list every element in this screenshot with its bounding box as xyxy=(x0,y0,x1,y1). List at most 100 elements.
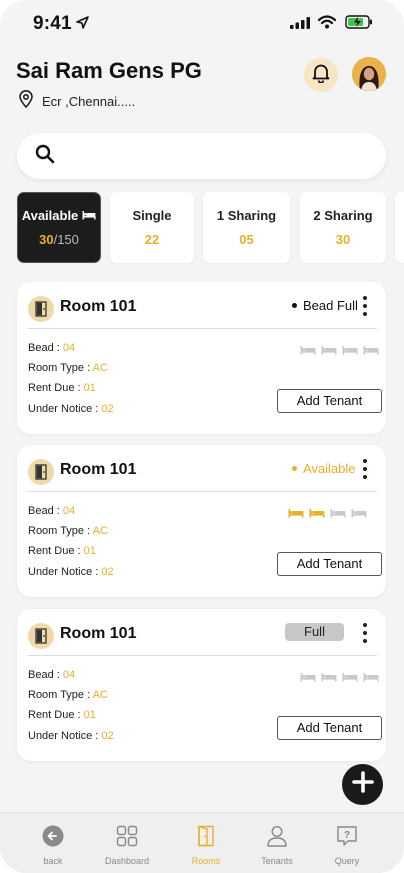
bed-icon xyxy=(321,342,337,360)
add-tenant-button[interactable]: Add Tenant xyxy=(277,552,382,576)
room-status: Bead Full xyxy=(292,298,358,313)
filter-count: 22 xyxy=(144,232,160,247)
bead-label: Bead : xyxy=(28,505,63,517)
bed-icon xyxy=(342,342,358,360)
bottom-nav: back Dashboard Rooms Tenants ? Query xyxy=(0,812,404,873)
room-type-value: AC xyxy=(92,362,108,374)
bed-indicators xyxy=(300,342,379,360)
rent-due-value: 01 xyxy=(83,709,96,721)
rent-due-label: Rent Due : xyxy=(28,709,84,721)
under-notice-info: Under Notice : 02 xyxy=(28,566,114,578)
location-text: Ecr ,Chennai..... xyxy=(42,94,136,109)
location-row[interactable]: Ecr ,Chennai..... xyxy=(18,90,135,113)
divider xyxy=(27,491,377,492)
person-icon xyxy=(266,825,288,852)
search-input[interactable] xyxy=(65,148,386,164)
nav-label: Query xyxy=(334,856,360,866)
filter-chip-available[interactable]: Available 30/150 xyxy=(17,192,101,263)
status-text: Full xyxy=(285,623,344,641)
bed-icon xyxy=(342,669,358,687)
bed-indicators xyxy=(288,505,367,523)
nav-item-query[interactable]: ? Query xyxy=(317,825,377,866)
bead-label: Bead : xyxy=(28,669,63,681)
filter-chip-2-sharing[interactable]: 2 Sharing 30 xyxy=(300,192,386,263)
more-options-icon[interactable] xyxy=(360,296,370,316)
under-notice-value: 02 xyxy=(101,566,114,578)
nav-label: back xyxy=(43,856,63,866)
bed-indicators xyxy=(300,669,379,687)
room-type-label: Room Type : xyxy=(28,525,93,537)
cellular-signal-icon xyxy=(290,16,310,34)
filter-label: 1 Sharing xyxy=(216,208,277,223)
bed-icon xyxy=(82,208,96,223)
under-notice-info: Under Notice : 02 xyxy=(28,403,114,415)
add-tenant-button[interactable]: Add Tenant xyxy=(277,389,382,413)
rent-due-info: Rent Due : 01 xyxy=(28,709,96,721)
more-options-icon[interactable] xyxy=(360,623,370,643)
status-time: 9:41 xyxy=(33,13,72,34)
back-arrow-icon xyxy=(42,825,64,852)
room-card[interactable]: Room 101 Full Bead : 04 Room Type : AC R… xyxy=(17,609,386,761)
under-notice-label: Under Notice : xyxy=(28,730,102,742)
status-dot xyxy=(292,466,297,471)
door-icon xyxy=(28,623,54,649)
map-pin-icon xyxy=(18,90,34,113)
nav-item-back[interactable]: back xyxy=(23,825,83,866)
divider xyxy=(27,655,377,656)
rent-due-info: Rent Due : 01 xyxy=(28,382,96,394)
filter-label: Available xyxy=(21,208,79,223)
notification-button[interactable] xyxy=(304,58,338,92)
bead-value: 04 xyxy=(62,669,76,681)
more-options-icon[interactable] xyxy=(360,459,370,479)
help-icon: ? xyxy=(336,825,358,852)
under-notice-info: Under Notice : 02 xyxy=(28,730,114,742)
filter-count: 30 xyxy=(335,232,351,247)
svg-text:?: ? xyxy=(344,830,350,841)
room-type-info: Room Type : AC xyxy=(28,525,108,537)
bed-icon xyxy=(288,505,304,523)
app-screen: 9:41 Sai Ram Gens PG Ecr ,Chennai..... A… xyxy=(0,0,404,873)
filter-total: /150 xyxy=(53,232,79,247)
nav-item-rooms[interactable]: Rooms xyxy=(176,825,236,866)
add-room-button[interactable] xyxy=(342,764,383,805)
add-tenant-button[interactable]: Add Tenant xyxy=(277,716,382,740)
room-card[interactable]: Room 101 Available Bead : 04 Room Type :… xyxy=(17,445,386,597)
filter-label: Single xyxy=(132,208,172,223)
wifi-icon xyxy=(317,15,337,34)
dashboard-grid-icon xyxy=(116,825,138,852)
room-type-value: AC xyxy=(92,689,108,701)
status-text: Available xyxy=(303,461,356,476)
bead-label: Bead : xyxy=(28,342,63,354)
nav-item-tenants[interactable]: Tenants xyxy=(247,825,307,866)
bed-icon xyxy=(321,669,337,687)
room-type-info: Room Type : AC xyxy=(28,689,108,701)
under-notice-label: Under Notice : xyxy=(28,403,102,415)
filter-chip-more[interactable] xyxy=(395,192,404,263)
bed-icon xyxy=(363,669,379,687)
room-card[interactable]: Room 101 Bead Full Bead : 04 Room Type :… xyxy=(17,282,386,434)
door-icon xyxy=(28,459,54,485)
filter-count: 30 xyxy=(39,232,54,247)
bell-icon xyxy=(312,63,330,88)
room-type-label: Room Type : xyxy=(28,689,93,701)
room-type-info: Room Type : AC xyxy=(28,362,108,374)
filter-chip-1-sharing[interactable]: 1 Sharing 05 xyxy=(203,192,290,263)
bed-icon xyxy=(300,669,316,687)
door-icon xyxy=(28,296,54,322)
nav-item-dashboard[interactable]: Dashboard xyxy=(97,825,157,866)
room-name: Room 101 xyxy=(60,461,137,478)
filter-chips: Available 30/150 Single 22 1 Sharing 05 … xyxy=(17,192,404,264)
door-icon xyxy=(196,825,216,852)
location-arrow-icon xyxy=(76,16,89,34)
divider xyxy=(27,328,377,329)
page-title: Sai Ram Gens PG xyxy=(16,58,202,83)
room-status: Available xyxy=(292,461,356,476)
search-bar[interactable] xyxy=(17,133,386,179)
bed-icon xyxy=(330,505,346,523)
room-type-label: Room Type : xyxy=(28,362,93,374)
rent-due-value: 01 xyxy=(83,545,96,557)
avatar[interactable] xyxy=(352,57,386,91)
bead-value: 04 xyxy=(62,505,76,517)
filter-chip-single[interactable]: Single 22 xyxy=(110,192,194,263)
search-icon xyxy=(35,144,55,169)
